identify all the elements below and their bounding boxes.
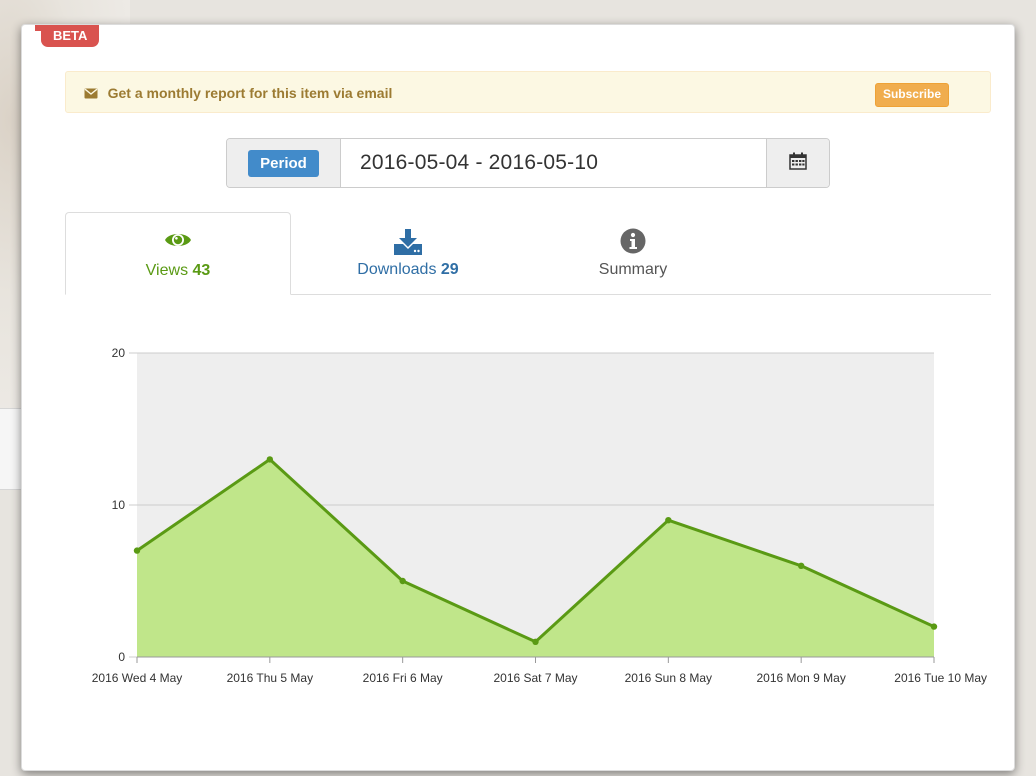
info-icon <box>520 228 746 256</box>
x-tick-label: 2016 Tue 10 May <box>894 671 987 685</box>
data-point <box>665 517 672 524</box>
period-label: Period <box>248 149 319 177</box>
calendar-icon <box>789 152 807 175</box>
data-point <box>133 547 141 554</box>
data-point <box>399 577 406 585</box>
x-tick-label: 2016 Wed 4 May <box>92 671 183 685</box>
alert-message: Get a monthly report for this item via e… <box>107 85 393 101</box>
tab-views-label: Views 43 <box>66 262 290 280</box>
y-tick-label: 20 <box>112 346 126 360</box>
downloads-count: 29 <box>440 261 459 278</box>
data-point <box>797 562 805 569</box>
x-tick-label: 2016 Mon 9 May <box>756 671 845 685</box>
data-point <box>930 623 938 630</box>
stats-tabs: Views 43 Downloads 29 Summary <box>65 212 991 295</box>
views-chart: 0 10 20 2016 Wed 4 May 2016 Thu 5 May 2016 Fr… <box>82 337 1002 697</box>
tab-downloads[interactable]: Downloads 29 <box>295 212 521 294</box>
x-tick-label: 2016 Thu 5 May <box>227 671 314 685</box>
eye-icon <box>66 229 290 257</box>
downloads-label-text: Downloads <box>357 261 437 278</box>
beta-badge: BETA <box>34 25 100 47</box>
period-range-input[interactable]: 2016-05-04 - 2016-05-10 <box>341 139 766 187</box>
tab-views[interactable]: Views 43 <box>65 212 291 295</box>
tab-summary[interactable]: Summary <box>520 212 746 294</box>
views-area-chart: 0 10 20 2016 Wed 4 May 2016 Thu 5 May 2016 Fr… <box>92 346 987 685</box>
tab-downloads-label: Downloads 29 <box>295 261 521 279</box>
summary-label-text: Summary <box>598 261 668 278</box>
data-point <box>266 456 274 463</box>
data-point <box>532 638 539 645</box>
y-tick-label: 10 <box>112 498 126 512</box>
x-tick-label: 2016 Fri 6 May <box>363 671 443 685</box>
x-tick-label: 2016 Sat 7 May <box>493 671 577 685</box>
envelope-icon <box>84 86 102 101</box>
stats-panel: BETA Get a monthly report for this item … <box>21 24 1015 771</box>
monthly-report-alert: Get a monthly report for this item via e… <box>65 71 991 113</box>
calendar-button[interactable] <box>766 139 829 187</box>
alert-message-row: Get a monthly report for this item via e… <box>84 85 392 101</box>
tab-summary-label: Summary <box>520 261 746 279</box>
x-tick-label: 2016 Sun 8 May <box>625 671 712 685</box>
download-icon <box>295 228 521 256</box>
period-addon: Period <box>227 139 341 187</box>
views-label-text: Views <box>145 262 189 279</box>
views-count: 43 <box>192 262 211 279</box>
y-tick-label: 0 <box>118 650 125 664</box>
subscribe-button[interactable]: Subscribe <box>874 83 949 107</box>
period-picker: Period 2016-05-04 - 2016-05-10 <box>226 138 830 188</box>
